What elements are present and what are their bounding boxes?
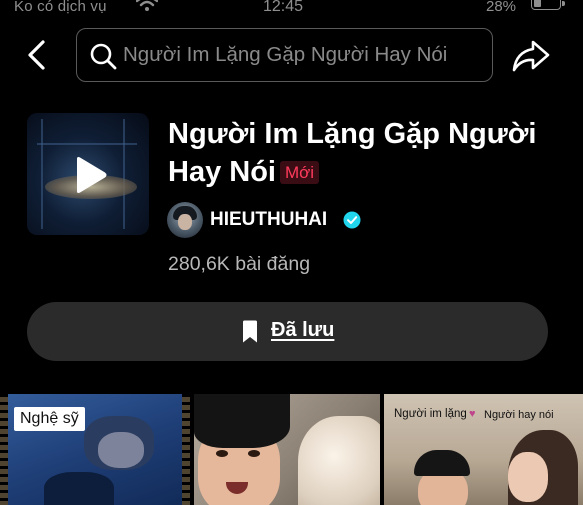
cover-art-line [123,119,125,229]
share-button[interactable] [511,38,551,74]
play-icon[interactable] [71,155,109,195]
saved-button-label: Đã lưu [271,319,335,341]
bookmark-icon [243,320,257,343]
new-badge: Mới [279,161,320,184]
video-overlay-text: Người im lặng [394,408,467,420]
cover-art-line [37,143,137,145]
saved-button[interactable]: Đã lưu [27,302,548,361]
battery-icon [531,0,561,10]
heart-icon: ♥ [469,408,476,420]
cover-art-line [41,119,43,229]
back-button[interactable] [22,38,52,72]
artist-tag: Nghệ sỹ [14,407,85,431]
artist-name[interactable]: HIEUTHUHAI [210,209,327,231]
film-strip-edge [182,394,190,505]
status-bar: Ko có dịch vụ 12:45 28% [0,0,583,20]
video-thumbnail[interactable]: Người im lặng ♥ Người hay nói [384,394,583,505]
film-strip-edge [0,394,8,505]
sound-title-text: Người Im Lặng Gặp Người Hay Nói [168,118,537,188]
battery-tip [562,1,565,6]
avatar[interactable] [167,202,203,238]
video-thumbnail[interactable] [194,394,380,505]
status-time: 12:45 [263,0,304,15]
battery-percent: 28% [486,0,517,15]
sound-title: Người Im Lặng Gặp Người Hay Nói Mới [168,115,568,191]
video-thumbnail[interactable]: Nghệ sỹ [0,394,190,505]
sound-cover[interactable] [27,113,149,235]
post-count: 280,6K bài đăng [168,253,311,275]
video-overlay-text: Người hay nói [484,409,554,421]
wifi-icon [136,0,158,11]
search-icon [90,43,117,70]
carrier-label: Ko có dịch vụ [14,0,107,15]
verified-icon [343,211,361,229]
search-input[interactable] [123,29,483,80]
search-bar[interactable] [76,28,493,82]
